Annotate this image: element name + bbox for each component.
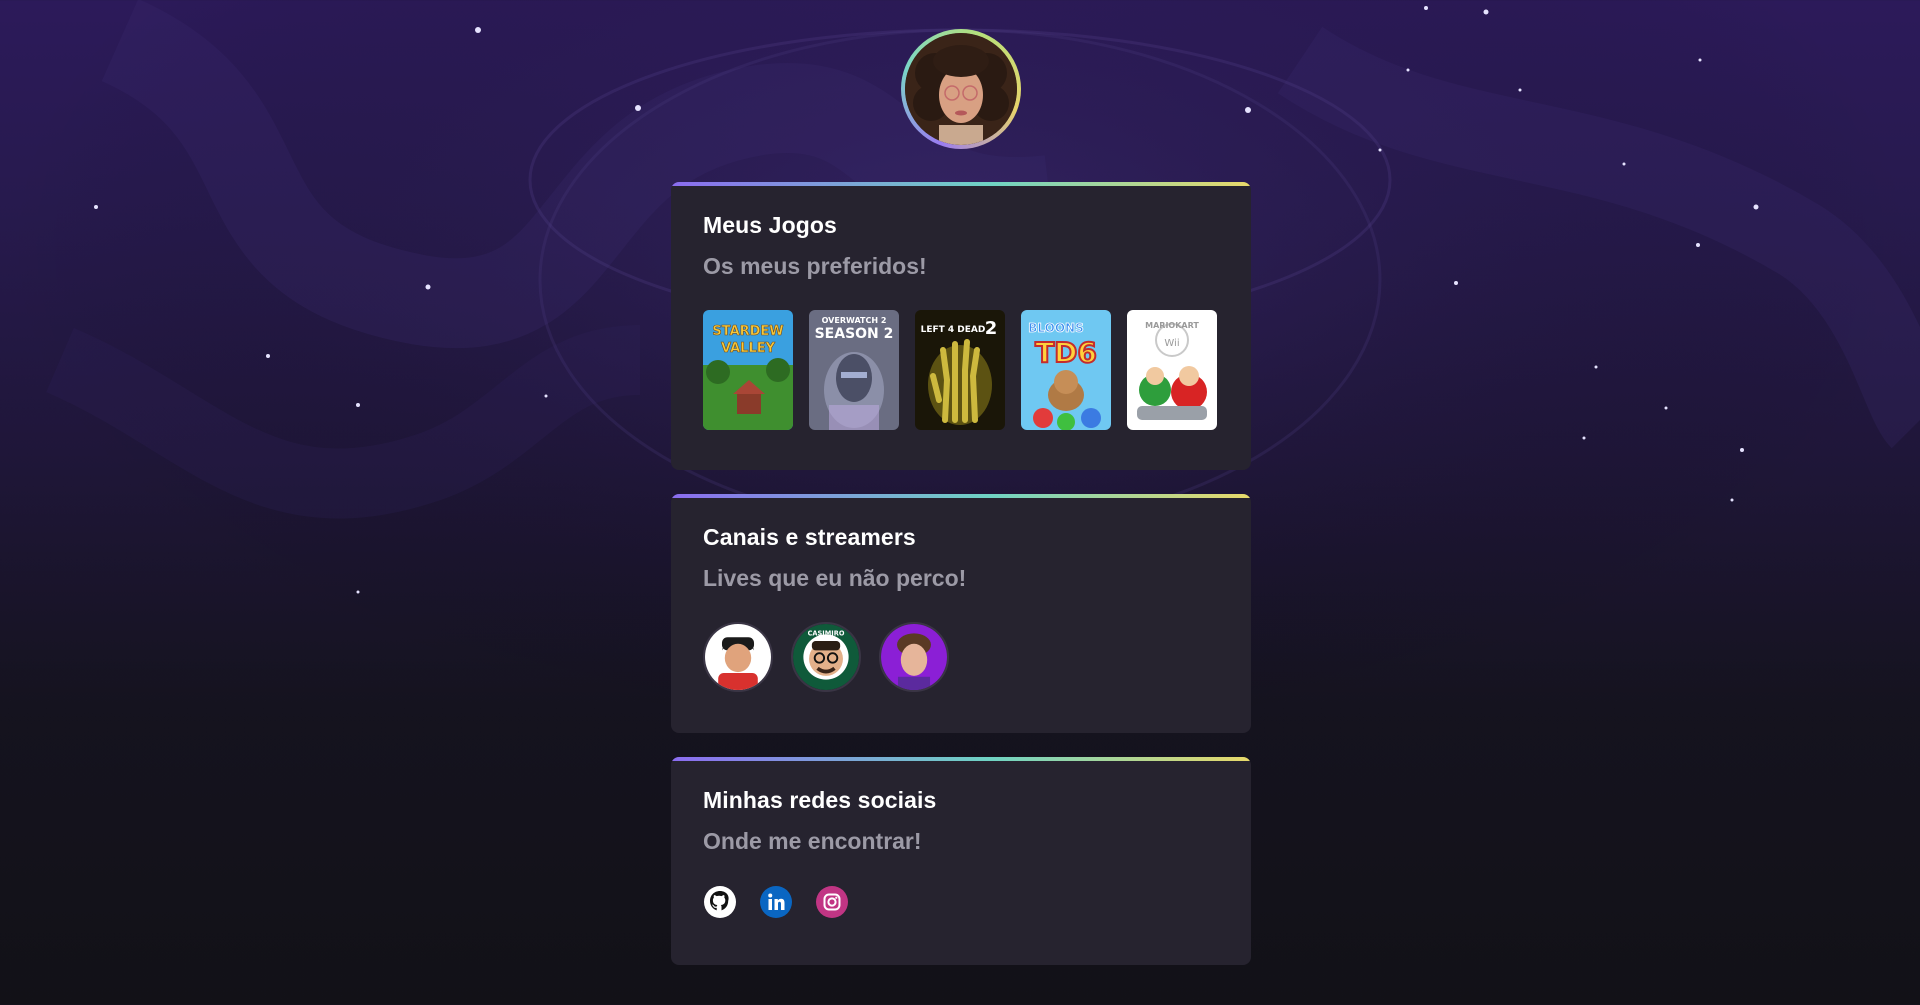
l4d2-title-1: LEFT 4 DEAD [921, 325, 986, 335]
stardew-title-1: STARDEW [712, 324, 783, 339]
streamers-card-title: Canais e streamers [703, 524, 916, 550]
game-left-4-dead-2[interactable]: LEFT 4 DEAD 2 [915, 310, 1005, 430]
github-icon[interactable] [703, 885, 737, 919]
game-overwatch-2[interactable]: OVERWATCH 2 SEASON 2 [809, 310, 899, 430]
games-card: Meus Jogos Os meus preferidos! STARDEW V… [671, 182, 1251, 470]
game-mario-kart-wii[interactable]: MARIOKART Wii [1127, 310, 1217, 430]
socials-card-title: Minhas redes sociais [703, 787, 937, 813]
overwatch-title-2: SEASON 2 [815, 326, 894, 342]
overwatch-title-1: OVERWATCH 2 [822, 316, 887, 325]
streamers-card-subtitle: Lives que eu não perco! [703, 565, 967, 591]
linkedin-icon[interactable] [759, 885, 793, 919]
streamer-3-avatar[interactable] [879, 622, 949, 692]
mkwii-title-1: MARIOKART [1145, 321, 1199, 330]
socials-card-subtitle: Onde me encontrar! [703, 828, 922, 854]
mkwii-title-2: Wii [1164, 338, 1179, 349]
games-card-subtitle: Os meus preferidos! [703, 253, 927, 279]
streamer-1-avatar[interactable] [703, 622, 773, 692]
streamers-card: Canais e streamers Lives que eu não perc… [671, 494, 1251, 733]
socials-card: Minhas redes sociais Onde me encontrar! [671, 757, 1251, 965]
games-card-title: Meus Jogos [703, 212, 837, 238]
game-bloons-td6[interactable]: BLOONS TD6 [1021, 310, 1111, 430]
game-stardew-valley[interactable]: STARDEW VALLEY [703, 310, 793, 430]
streamers-list: CASIMIRO [703, 622, 1219, 692]
btd6-title-2: TD6 [1035, 336, 1097, 369]
btd6-title-1: BLOONS [1028, 321, 1083, 335]
profile-avatar [901, 29, 1021, 149]
stardew-title-2: VALLEY [721, 341, 776, 356]
casimiro-avatar[interactable]: CASIMIRO [791, 622, 861, 692]
socials-list [703, 885, 1219, 919]
casimiro-badge-text: CASIMIRO [808, 629, 845, 637]
games-list: STARDEW VALLEY OVERWATCH 2 SEASON 2 LEFT… [703, 310, 1219, 430]
instagram-icon[interactable] [815, 885, 849, 919]
profile-photo [905, 33, 1017, 145]
l4d2-title-2: 2 [985, 318, 998, 339]
